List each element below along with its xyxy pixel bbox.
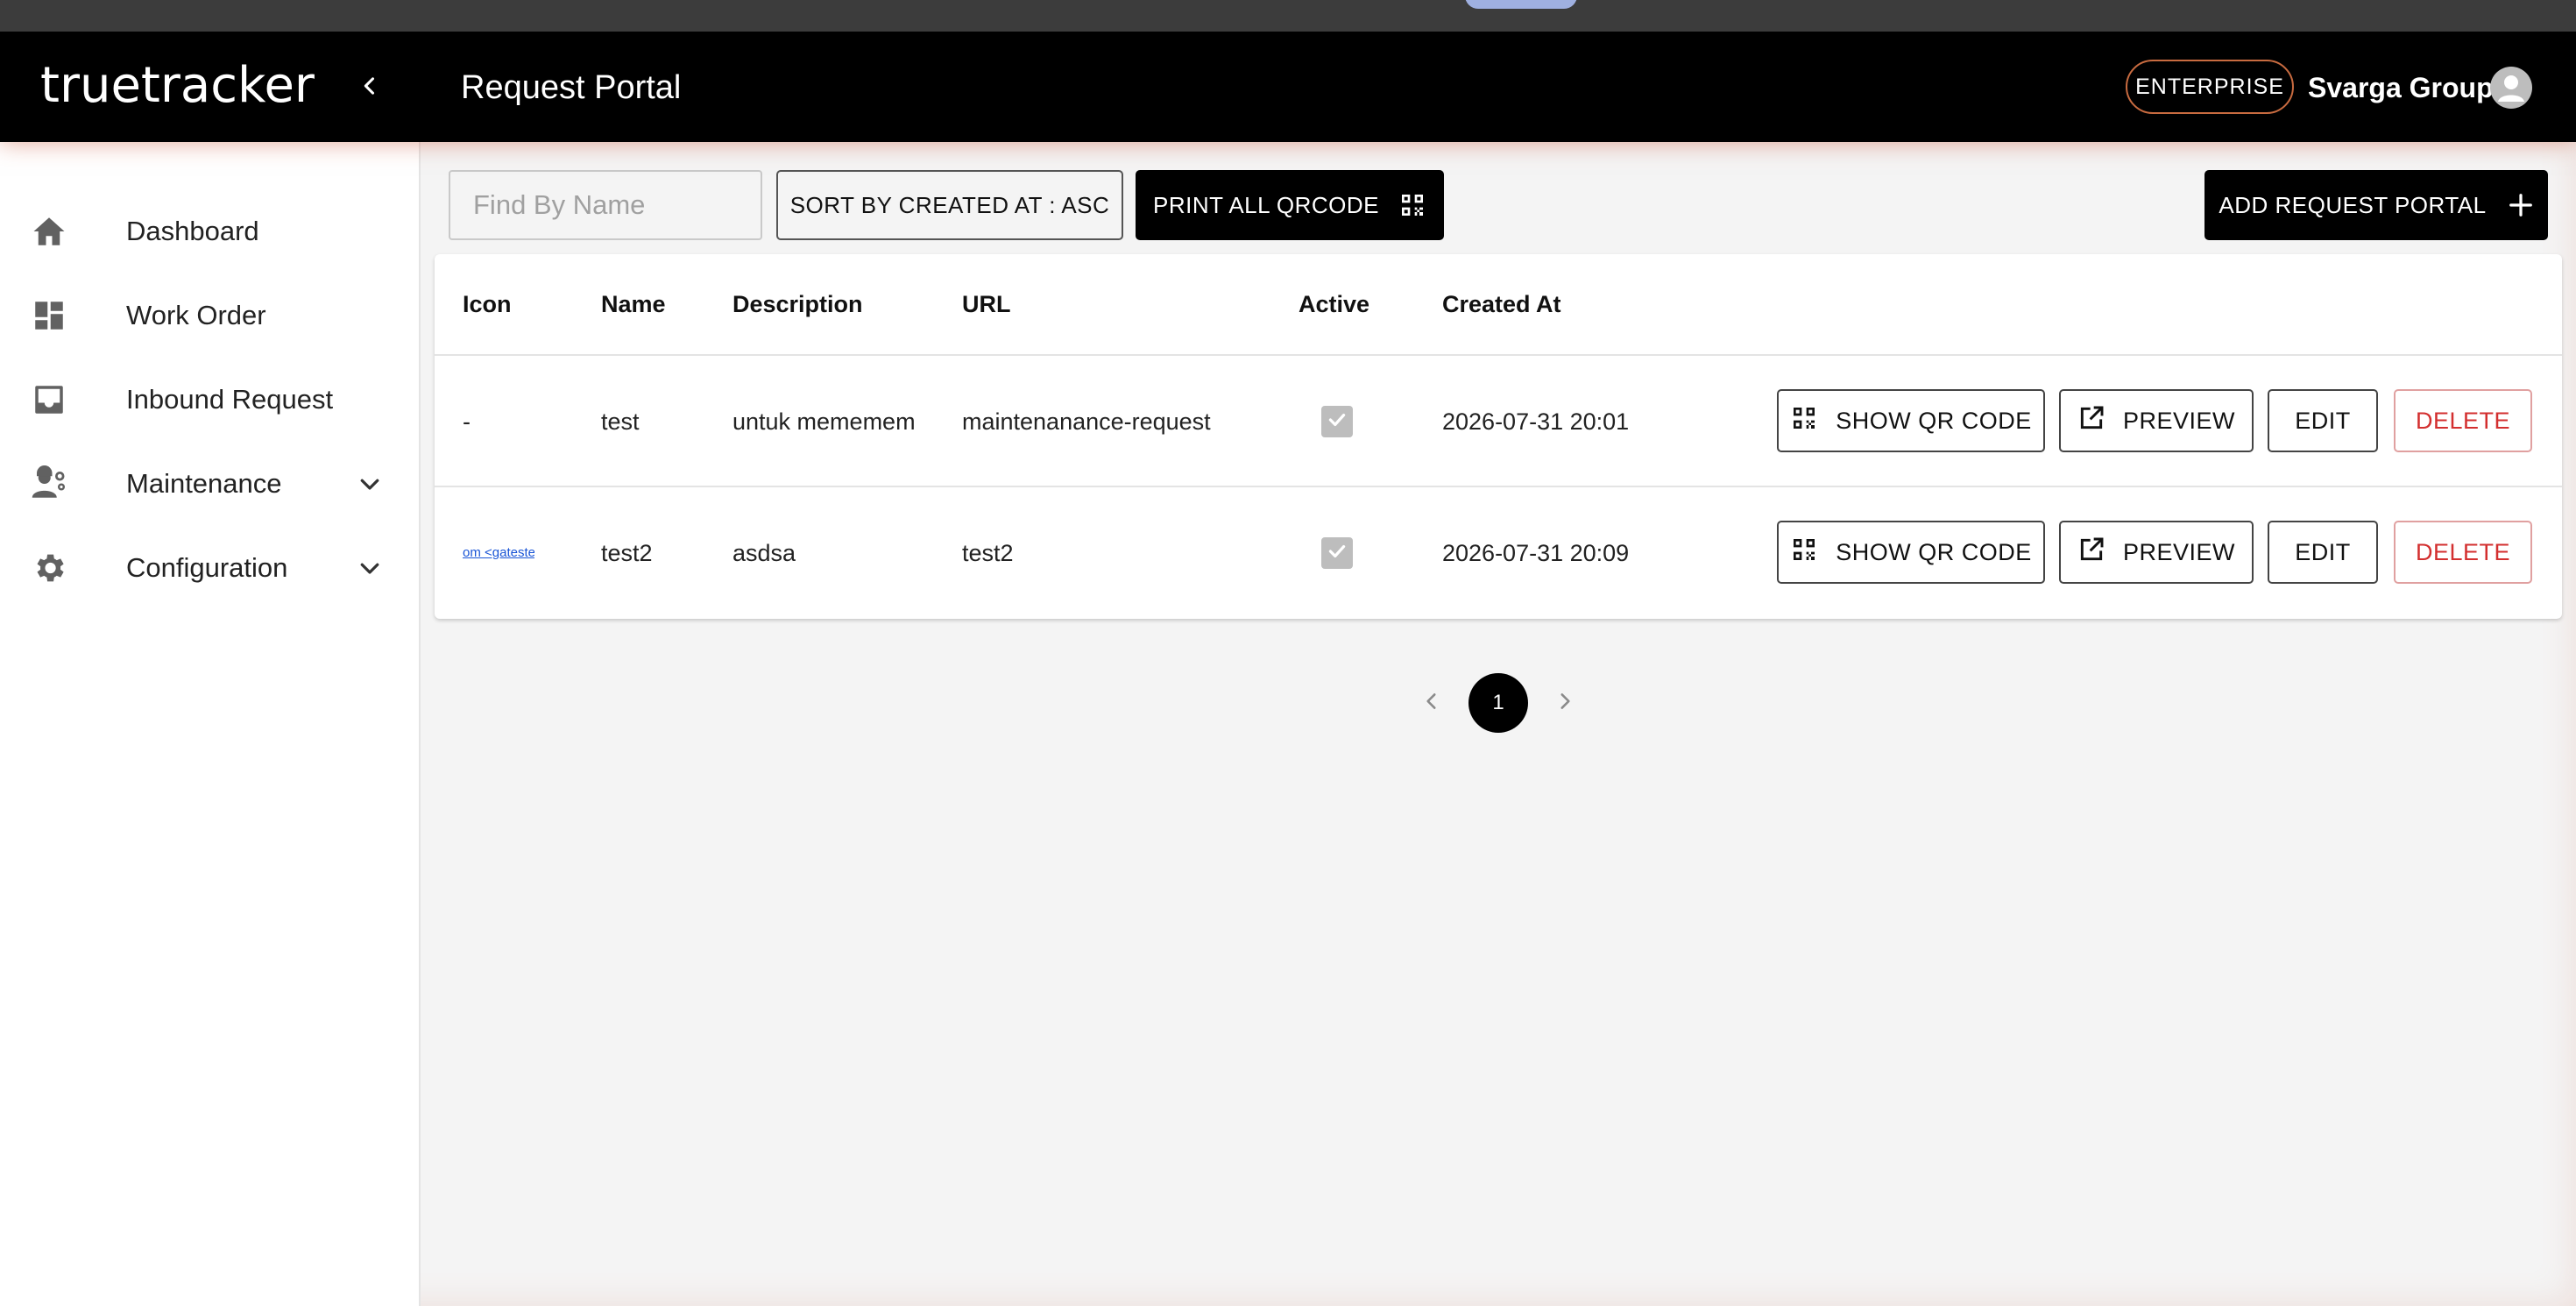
- row-description-cell: untuk mememem: [732, 408, 916, 435]
- row-description-cell: asdsa: [732, 540, 796, 566]
- qr-code-icon: [1790, 404, 1818, 438]
- chevron-left-icon: [1420, 690, 1443, 717]
- sidebar-collapse-button[interactable]: [349, 67, 391, 109]
- pagination-prev-button[interactable]: [1411, 671, 1453, 735]
- column-header-description: Description: [732, 291, 863, 317]
- sidebar-item-inbound-request[interactable]: Inbound Request: [0, 358, 419, 442]
- row-url-cell: test2: [962, 540, 1014, 566]
- sidebar-item-label: Inbound Request: [126, 384, 334, 415]
- row-created-at-cell: 2026-07-31 20:01: [1442, 408, 1630, 435]
- add-button-label: ADD REQUEST PORTAL: [2219, 191, 2487, 218]
- table-row: om <gatester test2 asdsa test2 2026-07-3…: [435, 486, 2562, 617]
- row-icon-link[interactable]: om <gatester: [463, 487, 534, 619]
- sidebar-item-label: Configuration: [126, 552, 288, 583]
- logo-text: truetracker: [40, 57, 315, 114]
- row-icon-cell: -: [463, 408, 471, 435]
- open-in-new-icon: [2077, 404, 2105, 438]
- edit-button[interactable]: EDIT: [2268, 521, 2378, 584]
- row-created-at-cell: 2026-07-31 20:09: [1442, 540, 1630, 566]
- browser-tab-pill: [1465, 0, 1577, 9]
- preview-button[interactable]: PREVIEW: [2059, 521, 2254, 584]
- engineer-icon: [28, 463, 70, 505]
- active-checkbox[interactable]: [1321, 537, 1353, 569]
- sidebar-item-label: Maintenance: [126, 468, 282, 499]
- preview-button[interactable]: PREVIEW: [2059, 389, 2254, 452]
- table-row: - test untuk mememem maintenanance-reque…: [435, 354, 2562, 486]
- page-title: Request Portal: [461, 69, 682, 106]
- app-frame: truetracker Request Portal ENTERPRISE Sv…: [0, 32, 2576, 1306]
- show-qr-label: SHOW QR CODE: [1836, 538, 2032, 565]
- sidebar: Dashboard Work Order Inbound Request Mai…: [0, 142, 421, 1306]
- edit-label: EDIT: [2295, 407, 2351, 434]
- user-avatar-icon: [2490, 75, 2532, 109]
- request-portal-table: Icon Name Description URL Active Created…: [435, 254, 2562, 619]
- qr-code-icon: [1790, 536, 1818, 570]
- chevron-right-icon: [1553, 690, 1576, 717]
- plus-icon: [2508, 192, 2534, 218]
- check-icon: [1326, 540, 1348, 567]
- sidebar-item-dashboard[interactable]: Dashboard: [0, 189, 419, 273]
- print-all-qrcode-button[interactable]: PRINT ALL QRCODE: [1136, 170, 1444, 240]
- column-header-url: URL: [962, 291, 1011, 317]
- column-header-created-at: Created At: [1442, 291, 1561, 317]
- avatar[interactable]: [2490, 67, 2532, 109]
- check-icon: [1326, 408, 1348, 436]
- column-header-name: Name: [601, 291, 666, 317]
- dashboard-grid-icon: [28, 295, 70, 337]
- column-header-active: Active: [1299, 291, 1370, 317]
- print-button-label: PRINT ALL QRCODE: [1153, 191, 1379, 218]
- plan-badge: ENTERPRISE: [2126, 60, 2294, 114]
- show-qr-code-button[interactable]: SHOW QR CODE: [1777, 521, 2045, 584]
- app-header: truetracker Request Portal ENTERPRISE Sv…: [0, 32, 2576, 142]
- add-request-portal-button[interactable]: ADD REQUEST PORTAL: [2204, 170, 2548, 240]
- delete-label: DELETE: [2415, 538, 2511, 565]
- pagination-page-current[interactable]: 1: [1468, 673, 1528, 733]
- show-qr-label: SHOW QR CODE: [1836, 407, 2032, 434]
- browser-top-strip: [0, 0, 2576, 32]
- sidebar-item-label: Work Order: [126, 300, 266, 330]
- search-input[interactable]: [449, 170, 762, 240]
- delete-button[interactable]: DELETE: [2394, 521, 2532, 584]
- preview-label: PREVIEW: [2122, 407, 2236, 434]
- gear-icon: [28, 547, 70, 589]
- sidebar-item-configuration[interactable]: Configuration: [0, 526, 419, 610]
- sort-button[interactable]: SORT BY CREATED AT : ASC: [776, 170, 1123, 240]
- sidebar-item-work-order[interactable]: Work Order: [0, 273, 419, 358]
- row-url-cell: maintenanance-request: [962, 408, 1211, 435]
- open-in-new-icon: [2077, 536, 2105, 570]
- qr-code-icon: [1398, 191, 1426, 219]
- home-icon: [28, 210, 70, 252]
- edit-button[interactable]: EDIT: [2268, 389, 2378, 452]
- sidebar-item-maintenance[interactable]: Maintenance: [0, 442, 419, 526]
- edit-label: EDIT: [2295, 538, 2351, 565]
- row-name-cell: test2: [601, 540, 653, 566]
- active-checkbox[interactable]: [1321, 406, 1353, 437]
- pagination-next-button[interactable]: [1544, 671, 1586, 735]
- logo[interactable]: truetracker: [40, 54, 315, 117]
- row-name-cell: test: [601, 408, 640, 435]
- sort-button-label: SORT BY CREATED AT : ASC: [789, 191, 1110, 218]
- chevron-left-icon: [357, 74, 382, 103]
- chevron-down-icon[interactable]: [350, 465, 389, 503]
- org-name[interactable]: Svarga Group: [2308, 63, 2494, 112]
- delete-label: DELETE: [2415, 407, 2511, 434]
- column-header-icon: Icon: [463, 291, 512, 317]
- preview-label: PREVIEW: [2122, 538, 2236, 565]
- show-qr-code-button[interactable]: SHOW QR CODE: [1777, 389, 2045, 452]
- chevron-down-icon[interactable]: [350, 549, 389, 587]
- delete-button[interactable]: DELETE: [2394, 389, 2532, 452]
- inbox-icon: [28, 379, 70, 421]
- sidebar-item-label: Dashboard: [126, 216, 259, 246]
